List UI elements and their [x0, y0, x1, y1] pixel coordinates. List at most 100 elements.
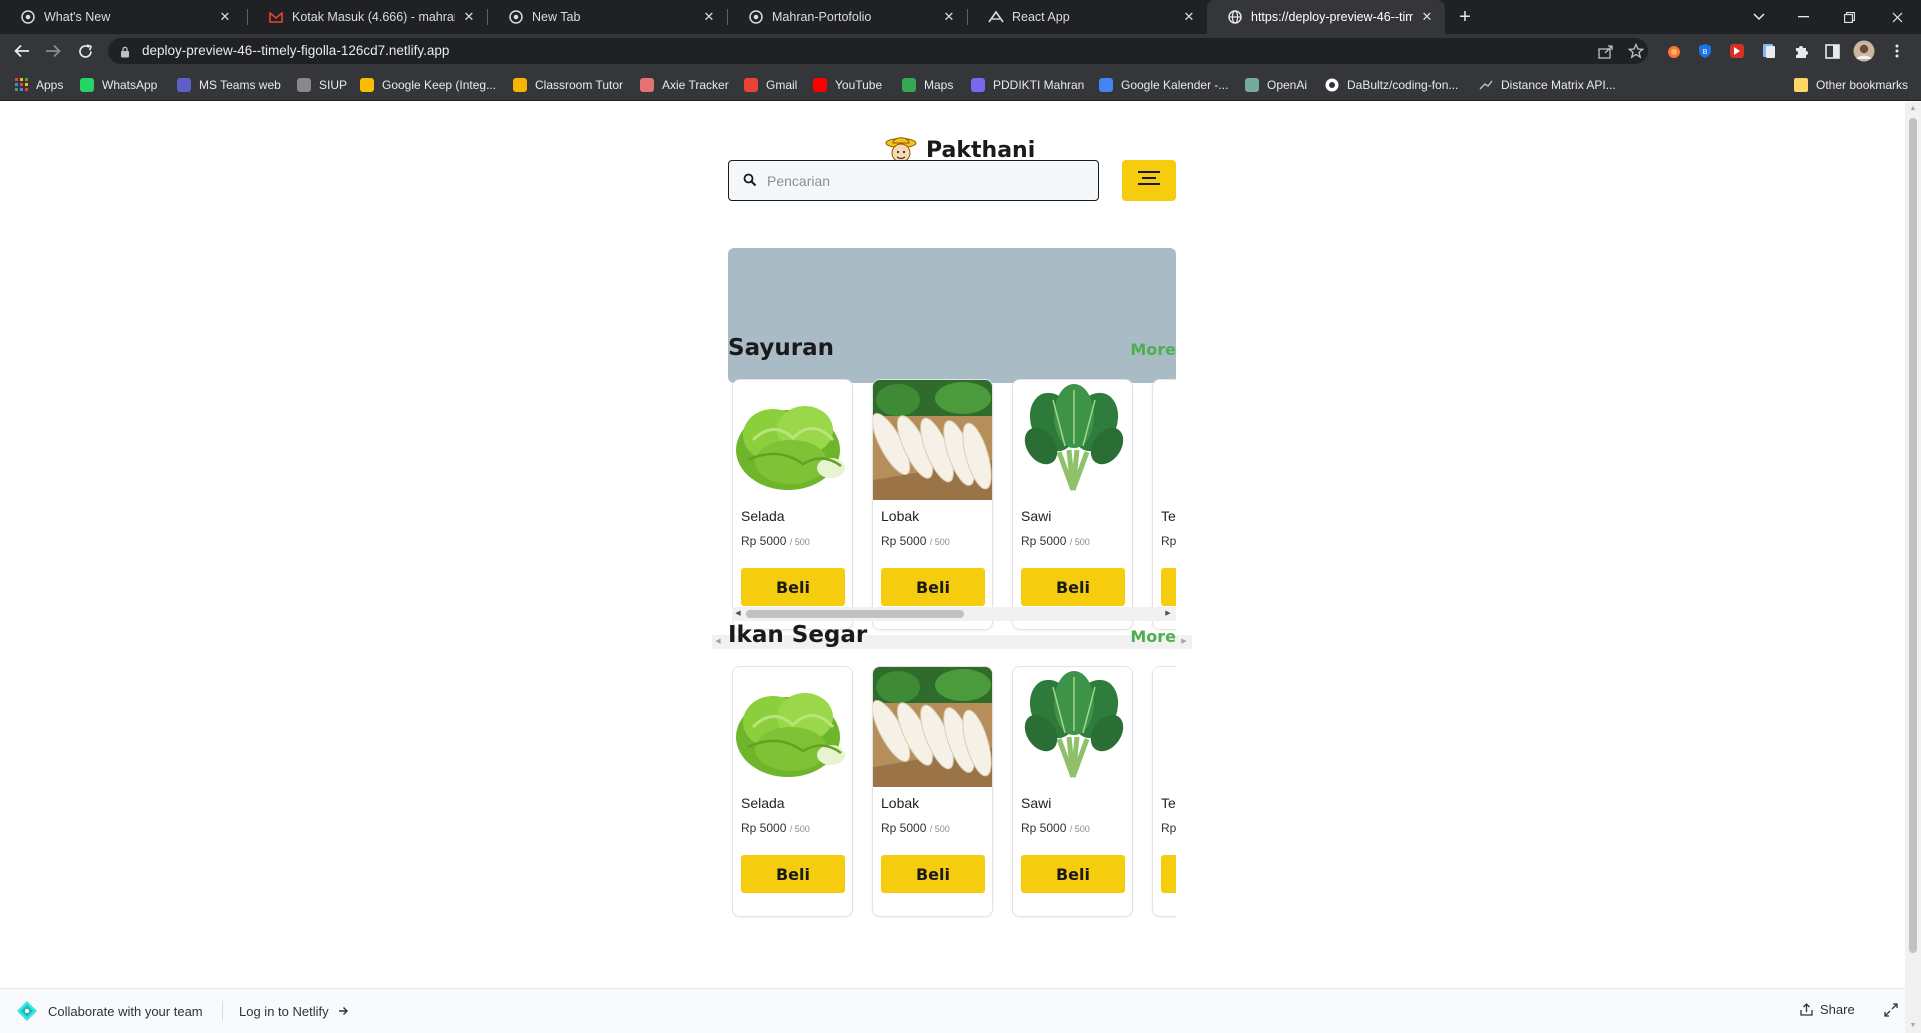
bookmark-whatsapp[interactable]: WhatsApp [80, 68, 157, 101]
buy-button[interactable]: Beli [881, 855, 985, 893]
back-arrow-icon[interactable] [10, 39, 34, 63]
scroll-down-arrow-icon[interactable]: ▼ [1909, 1022, 1917, 1030]
kebab-menu-icon[interactable] [1889, 43, 1905, 59]
bookmark-axie[interactable]: Axie Tracker [640, 68, 729, 101]
extension-doc-icon[interactable] [1761, 43, 1777, 59]
product-price: Rp 5000 / 500 [881, 534, 950, 548]
close-window-icon[interactable] [1875, 0, 1919, 34]
netlify-login-link[interactable]: Log in to Netlify [239, 1004, 349, 1019]
product-card[interactable]: Lobak Rp 5000 / 500 Beli [872, 666, 993, 917]
scroll-left-arrow-icon[interactable]: ◀ [714, 638, 722, 646]
buy-button[interactable] [1161, 568, 1176, 606]
tab-gmail[interactable]: Kotak Masuk (4.666) - mahran.raj ✕ [248, 0, 487, 34]
buy-button[interactable]: Beli [881, 568, 985, 606]
buy-button[interactable]: Beli [1021, 855, 1125, 893]
profile-avatar[interactable] [1853, 40, 1875, 62]
netlify-drawer-bar: Collaborate with your team Log in to Net… [0, 988, 1905, 1033]
collaborate-link[interactable]: Collaborate with your team [48, 1004, 203, 1019]
product-carousel[interactable]: Selada Rp 5000 / 500 Beli Lobak Rp 5000 / 50… [732, 379, 1176, 639]
bookmark-youtube[interactable]: YouTube [813, 68, 882, 101]
search-box[interactable] [728, 160, 1099, 201]
bookmark-openai[interactable]: OpenAi [1245, 68, 1307, 101]
bookmark-teams[interactable]: MS Teams web [177, 68, 281, 101]
page-scroll-thumb[interactable] [1909, 118, 1917, 953]
close-tab-icon[interactable]: ✕ [941, 9, 957, 25]
apps-grid-icon [14, 78, 28, 92]
carousel-scroll-thumb[interactable] [746, 610, 964, 618]
bookmark-classroom[interactable]: Classroom Tutor [513, 68, 623, 101]
scroll-right-arrow-icon[interactable]: ▶ [1180, 638, 1188, 646]
buy-button[interactable]: Beli [741, 855, 845, 893]
bookmark-gmail[interactable]: Gmail [744, 68, 797, 101]
bookmark-label: PDDIKTI Mahran [993, 77, 1085, 92]
bookmark-label: Apps [36, 77, 64, 92]
pddikti-icon [971, 77, 985, 92]
tab-new-tab[interactable]: New Tab ✕ [488, 0, 727, 34]
bookmark-calendar[interactable]: Google Kalender -... [1099, 68, 1228, 101]
buy-button[interactable]: Beli [1021, 568, 1125, 606]
close-tab-icon[interactable]: ✕ [701, 9, 717, 25]
keep-icon [360, 77, 374, 92]
product-name: Selada [741, 508, 785, 524]
product-price: Rp [1161, 534, 1176, 548]
tab-portofolio[interactable]: Mahran-Portofolio ✕ [728, 0, 967, 34]
tab-whats-new[interactable]: What's New ✕ [0, 0, 243, 34]
minimize-icon[interactable] [1781, 0, 1825, 34]
close-tab-icon[interactable]: ✕ [1419, 9, 1435, 25]
product-card[interactable]: Selada Rp 5000 / 500 Beli [732, 379, 853, 630]
buy-button[interactable] [1161, 855, 1176, 893]
browser-toolbar: deploy-preview-46--timely-figolla-126cd7… [0, 34, 1921, 68]
folder-icon [1794, 77, 1808, 92]
scroll-right-arrow-icon[interactable]: ▶ [1164, 610, 1172, 618]
expand-icon[interactable] [1884, 1003, 1900, 1019]
bookmark-label: Distance Matrix API... [1501, 77, 1616, 92]
share-button[interactable]: Share [1800, 1002, 1855, 1017]
other-bookmarks-folder[interactable]: Other bookmarks [1794, 68, 1908, 101]
product-card[interactable]: Te Rp [1152, 666, 1176, 917]
product-price: Rp [1161, 821, 1176, 835]
bookmark-apps-grid[interactable]: Apps [14, 68, 63, 101]
product-card[interactable]: Sawi Rp 5000 / 500 Beli [1012, 666, 1133, 917]
address-bar[interactable]: deploy-preview-46--timely-figolla-126cd7… [108, 38, 1648, 64]
restore-icon[interactable] [1827, 0, 1871, 34]
share-page-icon[interactable] [1598, 43, 1614, 59]
bookmark-maps[interactable]: Maps [902, 68, 953, 101]
close-tab-icon[interactable]: ✕ [217, 9, 233, 25]
gmail-icon [268, 9, 284, 25]
bookmark-keep[interactable]: Google Keep (Integ... [360, 68, 496, 101]
extension-fox-icon[interactable] [1666, 43, 1682, 59]
tab-search-chevron-icon[interactable] [1737, 0, 1781, 34]
buy-button[interactable]: Beli [741, 568, 845, 606]
product-card[interactable]: Sawi Rp 5000 / 500 Beli [1012, 379, 1133, 630]
bookmark-distance[interactable]: Distance Matrix API... [1479, 68, 1616, 101]
scroll-up-arrow-icon[interactable]: ▲ [1909, 105, 1917, 113]
extension-shield-icon[interactable]: B [1697, 43, 1713, 59]
product-carousel[interactable]: Selada Rp 5000 / 500 Beli Lobak Rp 5000 / 50… [732, 666, 1176, 926]
more-link[interactable]: More [1130, 340, 1176, 359]
price-value: Rp 5000 [741, 821, 787, 835]
extension-red-icon[interactable] [1729, 43, 1745, 59]
tab-active-deploy-preview[interactable]: https://deploy-preview-46--timely ✕ [1207, 0, 1445, 34]
new-tab-plus-icon[interactable]: + [1454, 6, 1476, 28]
bookmark-github[interactable]: DaBultz/coding-fon... [1325, 68, 1458, 101]
bookmark-pddikti[interactable]: PDDIKTI Mahran [971, 68, 1084, 101]
page-vertical-scrollbar[interactable]: ▲ ▼ [1905, 102, 1921, 1033]
reload-icon[interactable] [73, 39, 97, 63]
scroll-left-arrow-icon[interactable]: ◀ [734, 610, 742, 618]
side-panel-icon[interactable] [1824, 43, 1840, 59]
product-card[interactable]: Te Rp [1152, 379, 1176, 630]
bookmark-label: Other bookmarks [1816, 77, 1909, 92]
product-card[interactable]: Lobak Rp 5000 / 500 Beli [872, 379, 993, 630]
close-tab-icon[interactable]: ✕ [461, 9, 477, 25]
tab-react-app[interactable]: React App ✕ [968, 0, 1207, 34]
bookmark-siup[interactable]: SIUP [297, 68, 347, 101]
more-link[interactable]: More [1130, 627, 1176, 646]
extensions-puzzle-icon[interactable] [1793, 43, 1809, 59]
bookmark-star-icon[interactable] [1628, 43, 1644, 59]
carousel-horizontal-scrollbar[interactable]: ◀ ▶ [732, 607, 1176, 621]
product-card[interactable]: Selada Rp 5000 / 500 Beli [732, 666, 853, 917]
forward-arrow-icon[interactable] [41, 39, 65, 63]
close-tab-icon[interactable]: ✕ [1181, 9, 1197, 25]
search-input[interactable] [767, 169, 1087, 193]
hamburger-menu-button[interactable] [1122, 160, 1176, 201]
